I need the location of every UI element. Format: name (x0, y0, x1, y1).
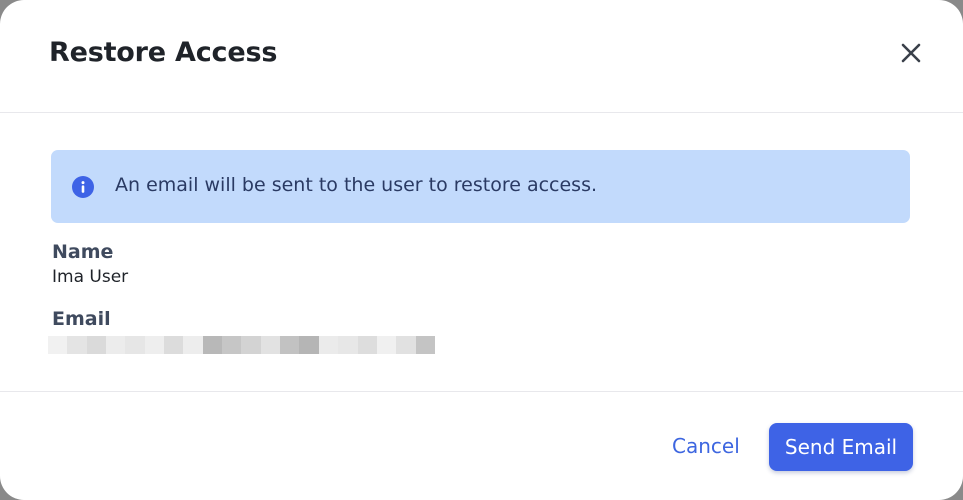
dialog-footer: Cancel Send Email (0, 391, 963, 500)
email-label: Email (52, 308, 111, 330)
close-icon (901, 43, 921, 63)
close-button[interactable] (892, 34, 930, 72)
info-icon (72, 176, 94, 198)
dialog-title: Restore Access (49, 37, 278, 68)
name-label: Name (52, 241, 114, 263)
send-email-button[interactable]: Send Email (769, 423, 913, 471)
restore-access-dialog: Restore Access An email will be sent to … (0, 0, 963, 500)
cancel-button[interactable]: Cancel (656, 422, 756, 470)
info-banner-text: An email will be sent to the user to res… (115, 174, 598, 196)
email-value-redacted (48, 336, 435, 354)
dialog-header: Restore Access (0, 0, 963, 113)
info-banner: An email will be sent to the user to res… (51, 150, 910, 223)
name-value: Ima User (52, 267, 129, 287)
